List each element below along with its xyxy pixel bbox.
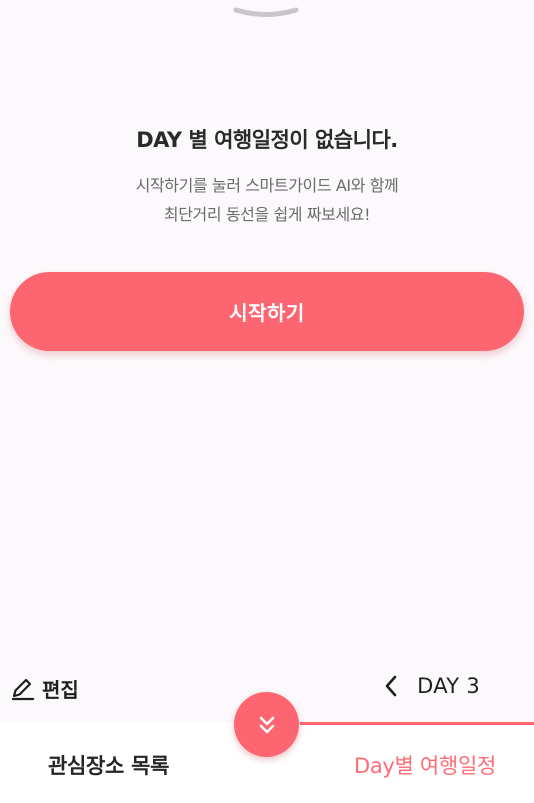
- empty-state-title: DAY 별 여행일정이 없습니다.: [136, 128, 398, 152]
- empty-state-description-line: 최단거리 동선을 쉽게 짜보세요!: [163, 205, 371, 224]
- active-tab-indicator: [300, 722, 534, 725]
- tab-day-itinerary[interactable]: Day별 여행일정: [354, 750, 496, 780]
- start-button[interactable]: 시작하기: [10, 272, 524, 351]
- day-label: DAY 3: [417, 674, 480, 698]
- tab-interest-places[interactable]: 관심장소 목록: [48, 750, 169, 780]
- edit-button[interactable]: 편집: [10, 671, 79, 705]
- prev-day-button[interactable]: [381, 673, 401, 699]
- empty-state-description: 시작하기를 눌러 스마트가이드 AI와 함께 최단거리 동선을 쉽게 짜보세요!: [0, 171, 534, 229]
- collapse-toggle-button[interactable]: [234, 692, 299, 757]
- edit-label: 편집: [42, 677, 79, 702]
- sheet-handle[interactable]: [232, 4, 300, 18]
- double-chevron-down-icon: [259, 716, 274, 733]
- pencil-icon: [11, 678, 35, 701]
- day-navigator: DAY 3: [381, 668, 480, 704]
- empty-state-description-line: 시작하기를 눌러 스마트가이드 AI와 함께: [135, 176, 399, 195]
- chevron-left-icon: [385, 675, 397, 697]
- chevron-down-handle-icon: [233, 7, 299, 17]
